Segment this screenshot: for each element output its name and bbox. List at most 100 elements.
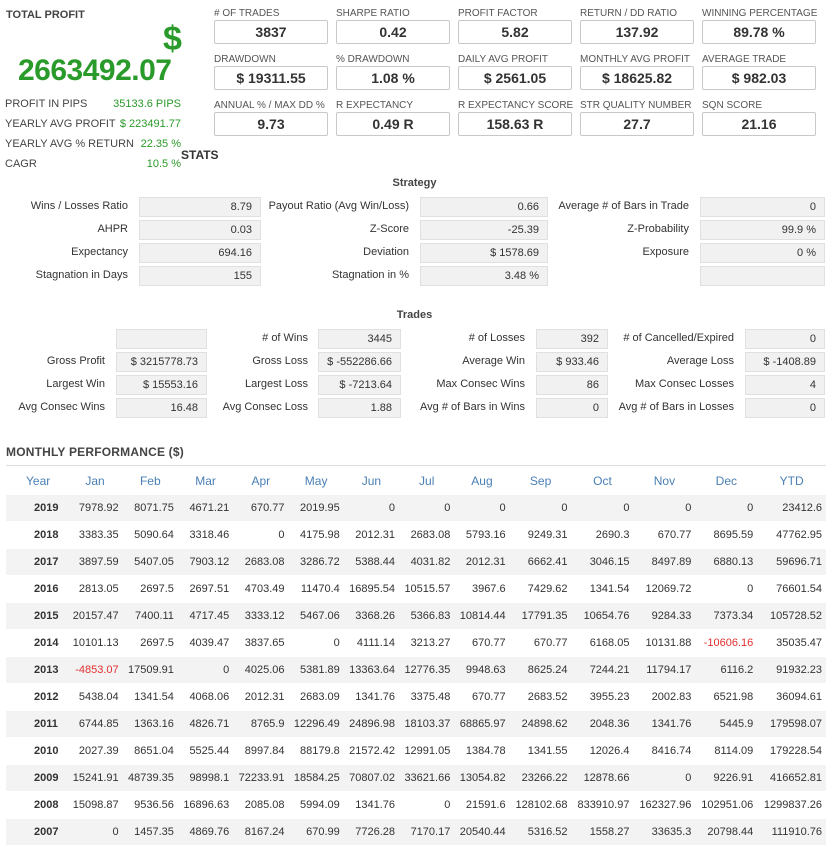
metric-label: WINNING PERCENTAGE [702,8,817,19]
table-cell: 5467.06 [288,603,343,630]
table-cell: 1341.54 [572,576,634,603]
table-cell: 9284.33 [633,603,695,630]
table-cell: 8114.09 [695,738,757,765]
table-cell: 21591.6 [454,792,509,819]
metric-value-box: 0.42 [336,20,450,44]
table-cell: 5090.64 [123,522,178,549]
table-row: 20183383.355090.643318.4604175.982012.31… [6,522,826,549]
table-row: 200815098.879536.5616896.632085.085994.0… [6,792,826,819]
table-cell: 11470.4 [288,576,343,603]
table-cell: 0 [67,819,122,845]
stat-label: Gross Loss [108,355,308,367]
metric-value-box: 158.63 R [458,112,572,136]
table-cell: 47762.95 [757,522,826,549]
table-cell: 3967.6 [454,576,509,603]
table-cell: 8167.24 [233,819,288,845]
column-header[interactable]: May [288,468,343,495]
summary-row-cagr: CAGR 10.5 % [5,155,181,173]
table-cell: 1558.27 [572,819,634,845]
table-cell: 4068.06 [178,684,233,711]
table-cell: -4853.07 [67,657,122,684]
year-cell: 2018 [6,522,67,549]
year-cell: 2012 [6,684,67,711]
table-cell: 4671.21 [178,495,233,522]
summary-label: YEARLY AVG % RETURN [5,138,134,150]
column-header[interactable]: Apr [233,468,288,495]
table-cell: 12878.66 [572,765,634,792]
column-header[interactable]: Aug [454,468,509,495]
table-cell: 105728.52 [757,603,826,630]
table-cell: 48739.35 [123,765,178,792]
monthly-performance-table: YearJanFebMarAprMayJunJulAugSepOctNovDec… [6,468,826,845]
table-cell: 9536.56 [123,792,178,819]
metric-value-box: 89.78 % [702,20,816,44]
year-cell: 2010 [6,738,67,765]
summary-row-yearly-avg-return: YEARLY AVG % RETURN 22.35 % [5,135,181,153]
table-cell: 670.99 [288,819,343,845]
column-header[interactable]: Jul [399,468,454,495]
metric-value-box: $ 2561.05 [458,66,572,90]
year-cell: 2017 [6,549,67,576]
stat-value-box: 0 [745,329,825,349]
column-header[interactable]: Jun [344,468,399,495]
table-cell: 33635.3 [633,819,695,845]
table-cell: 4826.71 [178,711,233,738]
stat-label: # of Losses [325,332,525,344]
table-cell: 3897.59 [67,549,122,576]
stat-label: Average Win [325,355,525,367]
table-cell: 5388.44 [344,549,399,576]
table-cell: 8765.9 [233,711,288,738]
table-cell: 15098.87 [67,792,122,819]
table-cell: 2690.3 [572,522,634,549]
column-header[interactable]: Oct [572,468,634,495]
metric-value-box: 21.16 [702,112,816,136]
table-row: 20116744.851363.164826.718765.912296.492… [6,711,826,738]
table-row: 2013-4853.0717509.9104025.065381.8913363… [6,657,826,684]
table-cell: 91932.23 [757,657,826,684]
table-cell: 2813.05 [67,576,122,603]
column-header[interactable]: Feb [123,468,178,495]
table-cell: 12296.49 [288,711,343,738]
divider [6,465,826,466]
year-cell: 2016 [6,576,67,603]
column-header[interactable]: Dec [695,468,757,495]
table-cell: 2683.09 [288,684,343,711]
table-cell: 6744.85 [67,711,122,738]
stat-label: Avg Consec Wins [0,401,105,413]
column-header[interactable]: YTD [757,468,826,495]
summary-row-yearly-avg-profit: YEARLY AVG PROFIT $ 223491.77 [5,115,181,133]
table-cell: 3955.23 [572,684,634,711]
stat-label: Avg # of Bars in Wins [325,401,525,413]
column-header[interactable]: Mar [178,468,233,495]
table-cell: 12069.72 [633,576,695,603]
summary-value: $ 223491.77 [120,118,181,130]
table-cell: 12991.05 [399,738,454,765]
stat-label: AHPR [0,223,128,235]
table-cell: 13363.64 [344,657,399,684]
stat-label: Z-Probability [489,223,689,235]
stat-label: Max Consec Losses [534,378,734,390]
table-cell: 33621.66 [399,765,454,792]
table-cell: 1341.54 [123,684,178,711]
metric-value-box: 9.73 [214,112,328,136]
column-header[interactable]: Year [6,468,67,495]
table-cell: 2683.08 [399,522,454,549]
table-cell: 2085.08 [233,792,288,819]
column-header[interactable]: Nov [633,468,695,495]
table-cell: 7170.17 [399,819,454,845]
table-cell: 8695.59 [695,522,757,549]
table-cell: 17791.35 [510,603,572,630]
table-cell: 10814.44 [454,603,509,630]
column-header[interactable]: Sep [510,468,572,495]
column-header[interactable]: Jan [67,468,122,495]
table-cell: 4031.82 [399,549,454,576]
table-cell: 7400.11 [123,603,178,630]
table-cell: 23266.22 [510,765,572,792]
table-cell: 8497.89 [633,549,695,576]
table-cell: 5366.83 [399,603,454,630]
stat-label: Payout Ratio (Avg Win/Loss) [209,200,409,212]
stat-label: Max Consec Wins [325,378,525,390]
metric-value-box: 27.7 [580,112,694,136]
stat-label: Average Loss [534,355,734,367]
stat-label: Avg Consec Loss [108,401,308,413]
